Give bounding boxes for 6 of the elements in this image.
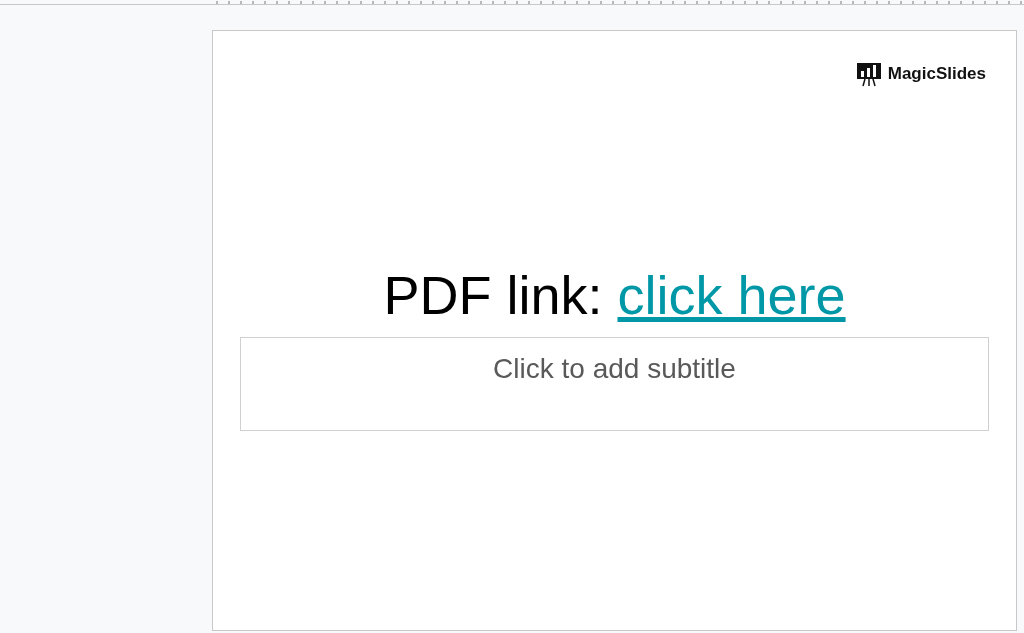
- pdf-link[interactable]: click here: [617, 265, 846, 325]
- easel-chart-icon: [855, 61, 882, 87]
- subtitle-placeholder-box[interactable]: Click to add subtitle: [240, 337, 989, 431]
- brand-name: MagicSlides: [887, 63, 986, 86]
- subtitle-placeholder: Click to add subtitle: [493, 352, 736, 386]
- slide-title: PDF link: click here: [383, 265, 846, 325]
